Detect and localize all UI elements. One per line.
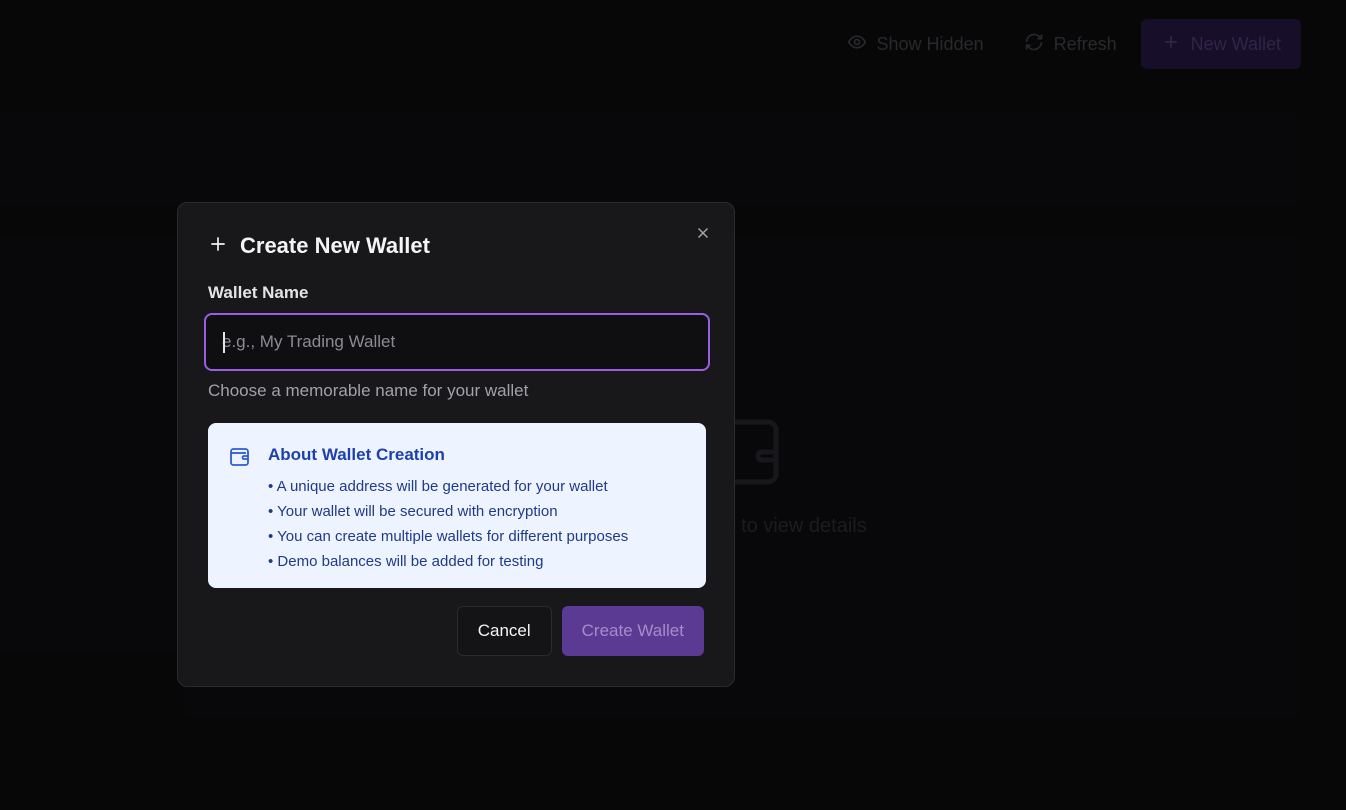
create-wallet-button[interactable]: Create Wallet (561, 606, 704, 656)
info-box: About Wallet Creation A unique address w… (208, 423, 706, 588)
info-item: Demo balances will be added for testing (268, 549, 628, 574)
dialog-header: Create New Wallet (208, 231, 704, 261)
wallet-name-field[interactable] (204, 313, 710, 371)
wallet-name-helper: Choose a memorable name for your wallet (208, 381, 529, 400)
info-content: About Wallet Creation A unique address w… (268, 445, 628, 588)
wallet-icon (228, 445, 252, 588)
text-caret (223, 332, 225, 353)
info-title: About Wallet Creation (268, 445, 445, 464)
dialog-actions: Cancel Create Wallet (456, 606, 704, 656)
wallet-name-input[interactable] (222, 332, 692, 352)
plus-icon (208, 234, 228, 259)
page: Show Hidden Refresh New Wallet t to view… (0, 0, 1346, 810)
wallet-name-label: Wallet Name (208, 283, 309, 302)
create-wallet-dialog: Create New Wallet Wallet Name Choose a m… (177, 202, 735, 687)
info-item: Your wallet will be secured with encrypt… (268, 499, 628, 524)
info-item: You can create multiple wallets for diff… (268, 524, 628, 549)
info-list: A unique address will be generated for y… (268, 474, 629, 574)
close-button[interactable] (694, 224, 714, 244)
close-icon (694, 227, 712, 246)
cancel-button[interactable]: Cancel (456, 606, 552, 656)
info-item: A unique address will be generated for y… (268, 474, 628, 499)
dialog-title: Create New Wallet (240, 233, 430, 258)
